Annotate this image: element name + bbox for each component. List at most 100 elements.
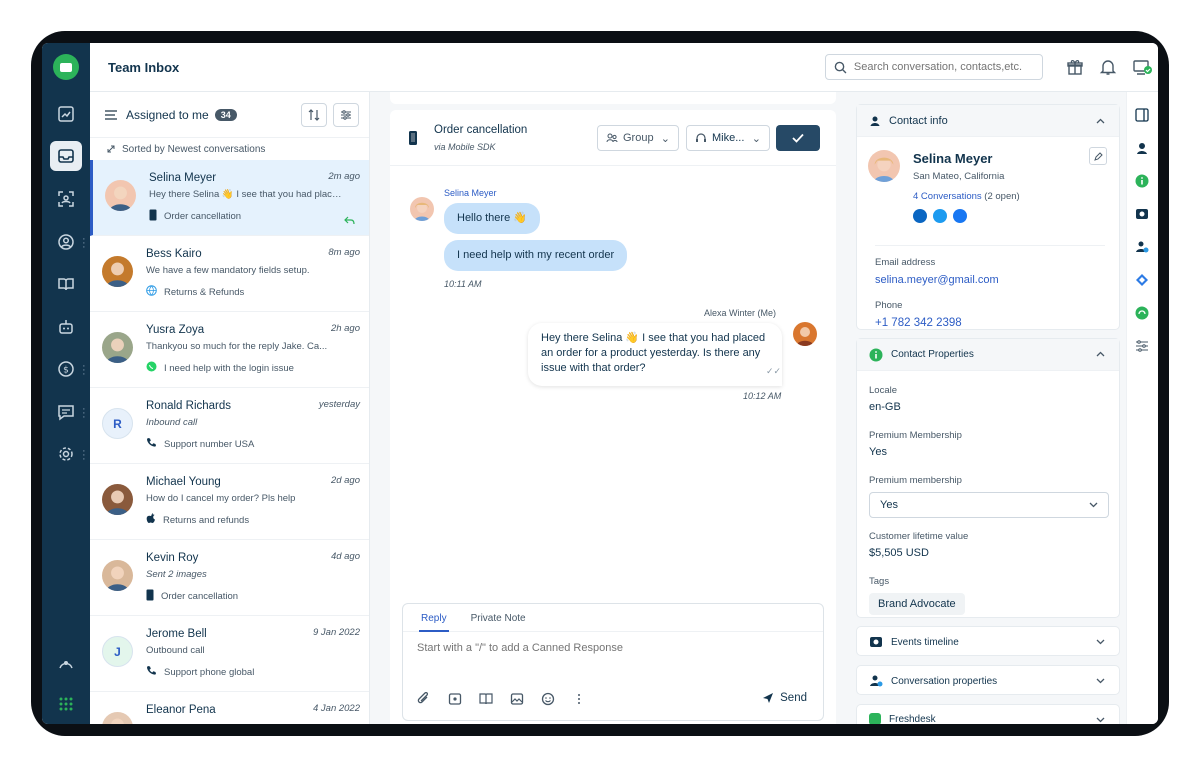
conversations-link[interactable]: 4 Conversations — [913, 191, 982, 202]
phone-value[interactable]: +1 782 342 2398 — [875, 317, 962, 329]
filter-button[interactable] — [333, 103, 359, 127]
bot-icon[interactable] — [50, 312, 82, 342]
contact-avatar — [105, 180, 136, 211]
tab-private-note[interactable]: Private Note — [471, 604, 526, 631]
send-button[interactable]: Send — [762, 692, 807, 704]
inbox-icon[interactable] — [50, 141, 82, 171]
group-dropdown[interactable]: Group ⌄ — [597, 125, 679, 151]
composer-input[interactable] — [417, 642, 797, 662]
timeline-icon — [870, 637, 882, 647]
send-icon — [763, 693, 774, 703]
message-preview: We have a few mandatory fields setup. — [146, 265, 310, 276]
conversation-row[interactable]: J Jerome Bell 9 Jan 2022 Outbound call Suppo… — [90, 616, 369, 692]
emoji-icon[interactable] — [541, 692, 555, 706]
tag-chip[interactable]: Brand Advocate — [869, 593, 965, 615]
app-logo[interactable] — [53, 54, 79, 80]
dashboard-icon[interactable] — [50, 99, 82, 129]
conversation-meta: I need help with the login issue — [146, 361, 359, 375]
freshdesk-title: Freshdesk — [889, 714, 936, 724]
menu-icon[interactable] — [104, 109, 118, 121]
conversation-title: Order cancellation — [434, 124, 528, 136]
conversation-panel-icon[interactable] — [1135, 240, 1149, 254]
filter-label[interactable]: Assigned to me — [126, 108, 209, 122]
more-vertical-icon[interactable] — [572, 692, 586, 706]
agent-status-icon[interactable] — [1132, 58, 1154, 76]
settings-sliders-icon[interactable] — [1135, 339, 1149, 353]
email-value[interactable]: selina.meyer@gmail.com — [875, 274, 999, 286]
conversation-row[interactable]: Bess Kairo 8m ago We have a few mandatory … — [90, 236, 369, 312]
apps-grid-icon[interactable] — [50, 689, 82, 719]
conversation-row[interactable]: R Ronald Richards yesterday Inbound call Sup… — [90, 388, 369, 464]
contact-avatar — [102, 484, 133, 515]
canned-response-icon[interactable] — [448, 692, 462, 706]
contact-info-card: Contact info Selina Meyer San Mateo, Cal… — [856, 104, 1120, 330]
premium-select[interactable]: Yes — [869, 492, 1109, 518]
conversation-meta: Support number USA — [146, 437, 359, 451]
billing-icon[interactable]: $ — [50, 354, 82, 384]
more-dots-icon-2[interactable]: · · · — [82, 361, 86, 380]
conversation-row[interactable]: Eleanor Pena 4 Jan 2022 — [90, 692, 369, 724]
image-icon[interactable] — [510, 692, 524, 706]
clv-value: $5,505 USD — [869, 547, 929, 559]
chat-icon[interactable] — [50, 397, 82, 427]
events-timeline-card[interactable]: Events timeline — [856, 626, 1120, 656]
top-header: Team Inbox — [90, 43, 1158, 92]
phone-icon — [146, 665, 157, 679]
more-dots-icon-4[interactable]: · · · — [82, 446, 86, 465]
message-preview: Hey there Selina 👋 I see that you had pl… — [149, 189, 345, 200]
timeline-panel-icon[interactable] — [1135, 207, 1149, 221]
edit-contact-button[interactable] — [1089, 147, 1107, 165]
global-search[interactable] — [825, 54, 1043, 80]
bell-icon[interactable] — [1099, 58, 1117, 76]
chevron-down-icon: ⌄ — [660, 132, 670, 145]
sorted-text: Sorted by Newest conversations — [122, 143, 266, 155]
settings-icon[interactable] — [50, 439, 82, 469]
tab-reply[interactable]: Reply — [419, 604, 449, 632]
collapse-panel-icon[interactable] — [1135, 108, 1149, 122]
info-panel-icon[interactable] — [1135, 174, 1149, 188]
contact-properties-header[interactable]: Contact Properties — [857, 339, 1119, 371]
user-icon[interactable] — [50, 227, 82, 257]
conversation-row[interactable]: Yusra Zoya 2h ago Thankyou so much for the… — [90, 312, 369, 388]
attachment-icon[interactable] — [417, 692, 431, 706]
group-label: Group — [623, 132, 654, 144]
contact-name: Yusra Zoya — [146, 324, 205, 336]
chevron-down-icon — [1096, 678, 1105, 684]
resolve-button[interactable] — [776, 125, 820, 151]
book-icon[interactable] — [50, 269, 82, 299]
contact-avatar: J — [102, 636, 133, 667]
conversation-header: Order cancellation via Mobile SDK Group … — [390, 110, 836, 166]
more-dots-icon[interactable]: · · · — [82, 234, 86, 253]
linkedin-icon[interactable] — [913, 209, 927, 223]
contacts-scan-icon[interactable] — [50, 184, 82, 214]
phone-icon — [146, 437, 157, 451]
gift-icon[interactable] — [1066, 58, 1084, 76]
conversation-properties-header[interactable]: Conversation properties — [857, 666, 1119, 696]
conversation-row[interactable]: Selina Meyer 2m ago Hey there Selina 👋 I s… — [90, 160, 369, 236]
conversation-properties-card[interactable]: Conversation properties — [856, 665, 1120, 695]
search-input[interactable] — [853, 61, 1042, 73]
twitter-icon[interactable] — [933, 209, 947, 223]
freshdesk-panel-icon[interactable] — [1135, 306, 1149, 320]
clv-label: Customer lifetime value — [869, 531, 969, 542]
agent-dropdown[interactable]: Mike... ⌄ — [686, 125, 770, 151]
conversation-row[interactable]: Michael Young 2d ago How do I cancel my or… — [90, 464, 369, 540]
conversation-time: 2d ago — [330, 475, 360, 486]
divider — [875, 245, 1105, 246]
contact-info-header[interactable]: Contact info — [857, 105, 1119, 137]
events-timeline-header[interactable]: Events timeline — [857, 627, 1119, 657]
sort-button[interactable] — [301, 103, 327, 127]
conversation-time: 2m ago — [328, 171, 360, 182]
contact-panel-icon[interactable] — [1135, 141, 1149, 155]
chat-pane: Order cancellation via Mobile SDK Group … — [370, 92, 848, 724]
contact-avatar — [868, 150, 900, 182]
freshdesk-card[interactable]: Freshdesk — [856, 704, 1120, 724]
integration-diamond-icon[interactable] — [1135, 273, 1149, 287]
conversation-row[interactable]: Kevin Roy 4d ago Sent 2 images Order cancel… — [90, 540, 369, 616]
freshdesk-icon — [869, 713, 881, 724]
freshdesk-header[interactable]: Freshdesk — [857, 705, 1119, 724]
solutions-icon[interactable] — [479, 692, 493, 706]
facebook-icon[interactable] — [953, 209, 967, 223]
more-dots-icon-3[interactable]: · · · — [82, 404, 86, 423]
nav-rail: · · · $ · · · · · · · · · — [42, 43, 90, 724]
